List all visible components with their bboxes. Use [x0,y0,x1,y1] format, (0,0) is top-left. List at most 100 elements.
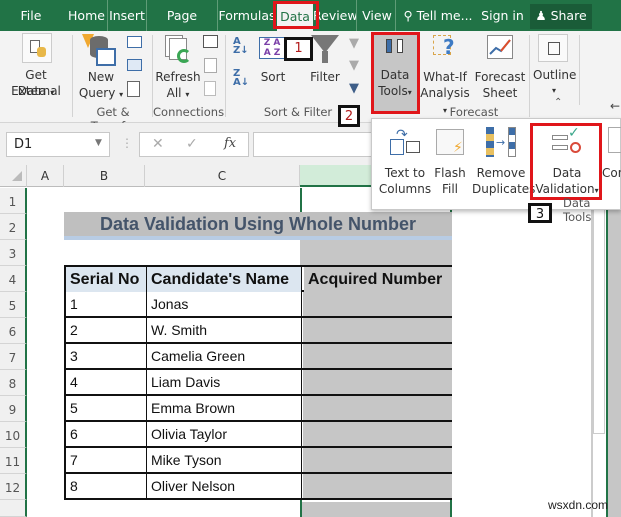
name-cell[interactable]: Liam Davis [147,370,302,394]
annotation-1: 1 [284,37,313,61]
selected-cell-d13[interactable] [302,502,450,517]
serial-cell[interactable]: 2 [66,318,147,342]
row-header[interactable]: 12 [0,474,27,500]
recent-sources-icon[interactable] [127,81,140,97]
label: Outline [533,68,577,82]
row-header[interactable]: 10 [0,422,27,448]
row-header[interactable]: 4 [0,266,27,292]
outline-icon [538,34,568,62]
insert-function-icon[interactable]: fx [224,136,236,151]
clear-filter-icon[interactable]: ▼ [349,36,359,51]
name-cell[interactable]: Oliver Nelson [147,474,302,498]
tell-me-search[interactable]: ⚲ Tell me... [402,0,474,31]
serial-cell[interactable]: 7 [66,448,147,472]
acquired-number-cell[interactable] [303,396,452,420]
sort-z-to-a-icon[interactable]: Z A↓ [233,69,249,88]
drag-handle-icon[interactable]: ⋮ [121,136,133,150]
row-header[interactable]: 7 [0,344,27,370]
refresh-all-button[interactable]: Refresh All ▾ [155,31,201,101]
label: Sheet [482,86,518,100]
new-query-button[interactable]: New Query ▾ [76,31,126,101]
consolidate-button[interactable]: Cons [602,165,621,181]
row-header[interactable]: 2 [0,214,27,240]
acquired-number-cell[interactable] [303,448,452,472]
sort-a-to-z-icon[interactable]: A Z↓ [233,37,249,56]
acquired-number-cell[interactable] [303,370,452,394]
get-external-data-button[interactable]: Get External Data ▾ [2,31,70,101]
name-cell[interactable]: Camelia Green [147,344,302,368]
column-header-c[interactable]: C [145,165,300,187]
serial-cell[interactable]: 1 [66,292,147,316]
reapply-filter-icon[interactable]: ▼ [349,58,359,73]
advanced-filter-icon[interactable]: ▼ [349,81,359,96]
vertical-scrollbar-thumb[interactable] [593,188,605,434]
connections-icon[interactable] [203,35,218,48]
tab-formulas[interactable]: Formulas [218,0,276,31]
show-queries-icon[interactable] [127,36,142,48]
column-header-d[interactable] [300,165,372,187]
name-cell[interactable]: W. Smith [147,318,302,342]
name-cell[interactable]: Mike Tyson [147,448,302,472]
row-header[interactable]: 9 [0,396,27,422]
table-row: 4 Liam Davis [64,370,452,396]
row-header[interactable]: 5 [0,292,27,318]
acquired-number-cell[interactable] [303,422,452,446]
serial-cell[interactable]: 3 [66,344,147,368]
properties-icon[interactable] [204,58,217,73]
header-serial-no[interactable]: Serial No [66,267,147,293]
header-candidate-name[interactable]: Candidate's Name [147,267,302,293]
name-cell[interactable]: Jonas [147,292,302,316]
acquired-number-cell[interactable] [303,474,452,498]
name-cell[interactable]: Emma Brown [147,396,302,420]
collapse-ribbon-icon[interactable]: ⌃ [554,97,562,108]
worksheet-grid[interactable]: 1 2 3 4 5 6 7 8 9 10 11 12 Data Validati… [0,188,621,517]
column-header-b[interactable]: B [64,165,145,187]
row-header[interactable]: 1 [0,188,27,214]
name-box[interactable]: D1 ▼ [6,132,110,157]
what-if-analysis-button[interactable]: ? What-If Analysis ▾ [420,31,470,115]
from-table-icon[interactable] [127,59,142,71]
serial-cell[interactable]: 5 [66,396,147,420]
text-to-columns-button[interactable]: ↷ Text to Columns [376,125,434,196]
share-button[interactable]: ♟ Share [530,4,592,29]
sign-in-link[interactable]: Sign in [480,0,525,31]
remove-duplicates-button[interactable]: → Remove Duplicates [472,125,535,196]
tab-review[interactable]: Review [313,0,357,31]
row-header[interactable]: 3 [0,240,27,266]
acquired-number-cell[interactable] [303,344,452,368]
label: Forecast [474,70,526,84]
tab-home[interactable]: Home [66,0,108,31]
serial-cell[interactable]: 6 [66,422,147,446]
row-header[interactable]: 11 [0,448,27,474]
acquired-number-cell[interactable] [303,292,452,316]
row-header[interactable]: 6 [0,318,27,344]
column-header-a[interactable]: A [27,165,64,187]
serial-cell[interactable]: 8 [66,474,147,498]
edit-links-icon[interactable] [204,81,216,96]
label: Fill [441,182,459,196]
highlight-data-tools [371,32,420,114]
serial-cell[interactable]: 4 [66,370,147,394]
name-box-value: D1 [14,137,33,152]
name-cell[interactable]: Olivia Taylor [147,422,302,446]
sheet-title: Data Validation Using Whole Number [99,214,417,234]
tab-file[interactable]: File [8,0,54,31]
sheet-title-cell[interactable]: Data Validation Using Whole Number [64,212,452,240]
remove-duplicates-icon: → [486,127,518,159]
enter-icon[interactable]: ✓ [186,136,198,152]
header-acquired-number[interactable]: Acquired Number [304,267,452,293]
outline-button[interactable]: Outline ▾ [533,31,577,101]
tab-view[interactable]: View [359,0,396,31]
row-header[interactable] [0,500,27,517]
select-all-button[interactable] [0,165,27,187]
scroll-arrow-icon[interactable]: ← [610,99,620,113]
row-header[interactable]: 8 [0,370,27,396]
acquired-number-cell[interactable] [303,318,452,342]
forecast-sheet-button[interactable]: Forecast Sheet [474,31,526,101]
forecast-chart-icon [487,35,513,59]
cancel-icon[interactable]: ✕ [152,136,164,152]
tab-insert[interactable]: Insert [108,0,147,31]
tab-page-layout[interactable]: Page Layou [147,0,218,54]
flash-fill-button[interactable]: ⚡ Flash Fill [434,125,466,196]
chevron-down-icon[interactable]: ▼ [95,138,102,148]
